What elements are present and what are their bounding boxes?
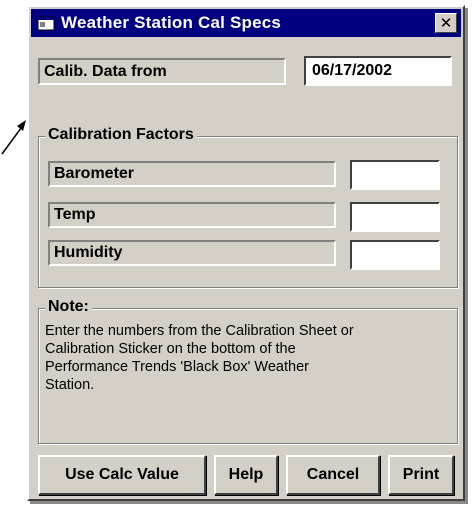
barometer-label: Barometer: [48, 161, 336, 187]
close-button[interactable]: ✕: [435, 13, 457, 33]
pointer-arrow-icon: [1, 120, 26, 155]
dialog-window: Weather Station Cal Specs ✕ Calib. Data …: [27, 5, 465, 501]
temp-input[interactable]: [350, 202, 440, 232]
note-line: Performance Trends 'Black Box' Weather: [45, 359, 309, 375]
note-group: Note: Enter the numbers from the Calibra…: [38, 298, 458, 444]
print-button[interactable]: Print: [388, 455, 454, 495]
note-text: Enter the numbers from the Calibration S…: [45, 322, 425, 394]
window-title: Weather Station Cal Specs: [61, 13, 282, 32]
close-icon: ✕: [439, 15, 453, 32]
note-line: Calibration Sticker on the bottom of the: [45, 341, 296, 357]
title-bar[interactable]: Weather Station Cal Specs ✕: [31, 9, 461, 37]
calibration-factors-legend: Calibration Factors: [45, 126, 197, 144]
humidity-input[interactable]: [350, 240, 440, 270]
temp-label: Temp: [48, 202, 336, 228]
use-calc-value-button[interactable]: Use Calc Value: [38, 455, 206, 495]
calib-data-label: Calib. Data from: [38, 58, 286, 85]
cancel-button[interactable]: Cancel: [286, 455, 380, 495]
humidity-label: Humidity: [48, 240, 336, 266]
note-legend: Note:: [45, 298, 92, 316]
barometer-input[interactable]: [350, 160, 440, 190]
calib-date-field[interactable]: 06/17/2002: [304, 56, 452, 86]
note-line: Enter the numbers from the Calibration S…: [45, 323, 354, 339]
calibration-factors-group: Calibration Factors Barometer Temp Humid…: [38, 126, 458, 288]
note-line: Station.: [45, 377, 95, 393]
app-window-icon: [37, 16, 55, 31]
help-button[interactable]: Help: [214, 455, 278, 495]
